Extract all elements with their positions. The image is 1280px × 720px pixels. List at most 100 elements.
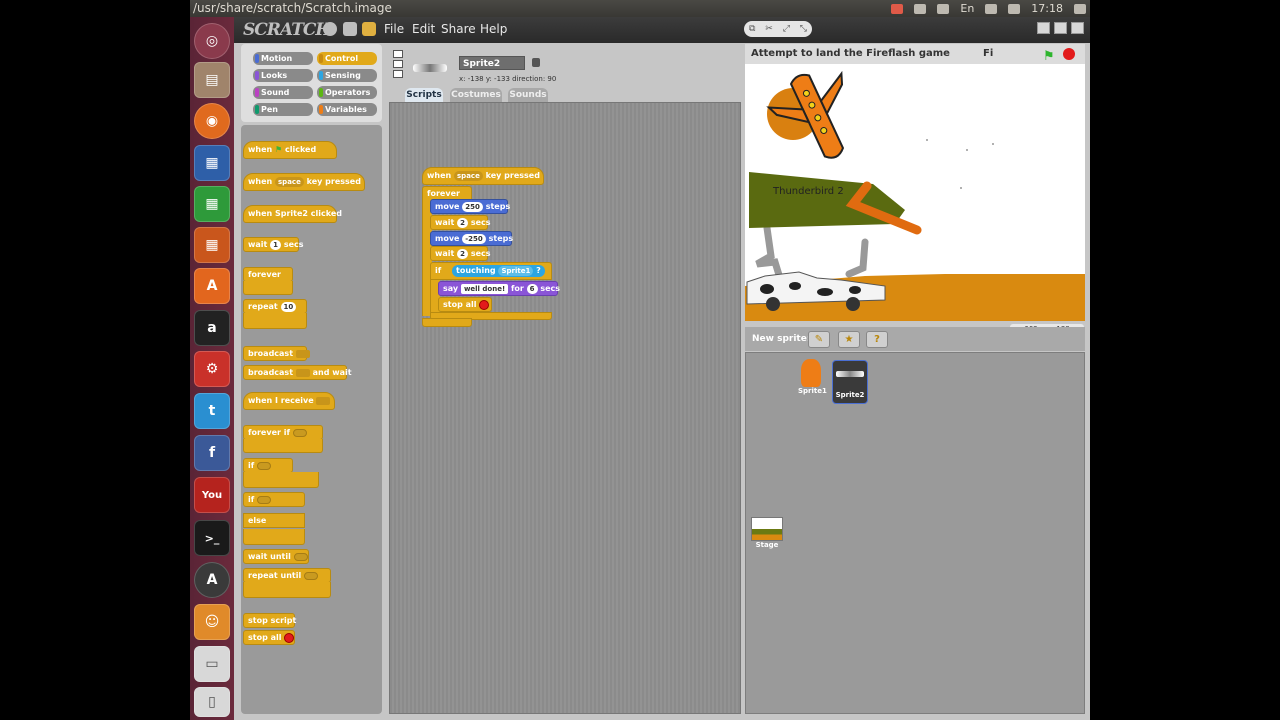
normal-stage-icon[interactable]	[1054, 22, 1067, 34]
twitter-icon[interactable]: t	[194, 393, 230, 429]
block-wait-until[interactable]: wait until	[243, 549, 309, 564]
network-icon[interactable]	[937, 3, 950, 14]
dash-icon[interactable]: ◎	[194, 23, 230, 59]
stop-icon[interactable]	[1063, 48, 1075, 60]
block-broadcast-and-wait[interactable]: broadcast and wait	[243, 365, 352, 380]
block-stop-all[interactable]: stop all	[243, 630, 295, 645]
block-forever[interactable]: forever	[243, 267, 293, 282]
category-operators[interactable]: Operators	[317, 86, 377, 99]
block-repeat-until[interactable]: repeat until	[243, 568, 331, 583]
system-tray: En 17:18	[891, 0, 1086, 17]
stage-item[interactable]: Stage	[750, 517, 784, 557]
keyboard-language[interactable]: En	[960, 0, 974, 17]
category-pen[interactable]: Pen	[253, 103, 313, 116]
duplicate-tool-icon[interactable]: ⧉	[749, 24, 755, 34]
system-settings-icon[interactable]: ⚙	[194, 351, 230, 387]
script-if[interactable]: if touching Sprite1 ?	[430, 262, 552, 280]
category-sensing[interactable]: Sensing	[317, 69, 377, 82]
stage-label: Stage	[755, 541, 779, 549]
script-stop-all[interactable]: stop all	[438, 297, 492, 312]
block-repeat[interactable]: repeat 10	[243, 299, 307, 314]
new-sprite-bar: New sprite:	[745, 327, 1085, 351]
sprite1-item[interactable]: Sprite1	[798, 359, 827, 399]
menu-file[interactable]: File	[384, 22, 404, 36]
stage-thumbnail	[751, 517, 783, 541]
tab-costumes[interactable]: Costumes	[450, 88, 502, 103]
category-looks[interactable]: Looks	[253, 69, 313, 82]
firefox-icon[interactable]: ◉	[194, 103, 230, 139]
script-move-250[interactable]: move 250 steps	[430, 199, 510, 214]
small-stage-icon[interactable]	[1037, 22, 1050, 34]
impress-icon[interactable]: ▦	[194, 227, 230, 263]
save-disk-icon[interactable]	[343, 22, 357, 36]
category-motion[interactable]: Motion	[253, 52, 313, 65]
sprite2-label: Sprite2	[835, 391, 865, 399]
settings-gear-icon[interactable]	[1074, 3, 1086, 14]
block-when-sprite-clicked[interactable]: when Sprite2 clicked	[243, 205, 342, 223]
software-center-icon[interactable]: A	[194, 268, 230, 304]
green-flag-icon: ⚑	[275, 145, 283, 154]
shrink-tool-icon[interactable]: ⤡	[800, 24, 807, 34]
printer-icon[interactable]	[914, 3, 927, 14]
drive-icon[interactable]: ▭	[194, 646, 230, 682]
tab-sounds[interactable]: Sounds	[508, 88, 548, 103]
lock-icon[interactable]	[532, 58, 540, 67]
language-globe-icon[interactable]	[323, 22, 337, 36]
grow-tool-icon[interactable]: ⤢	[783, 24, 790, 34]
category-control[interactable]: Control	[317, 52, 377, 65]
youtube-icon[interactable]: You	[194, 477, 230, 513]
stage-canvas[interactable]: Thunderbird 2	[745, 64, 1085, 321]
flip-icon[interactable]	[393, 60, 403, 68]
menu-edit[interactable]: Edit	[412, 22, 435, 36]
block-if-else[interactable]: if	[243, 492, 305, 507]
rotate-icon[interactable]	[393, 50, 403, 58]
surprise-sprite-button[interactable]: ?	[866, 331, 888, 348]
category-sound[interactable]: Sound	[253, 86, 313, 99]
script-when-key-pressed[interactable]: when space key pressed	[422, 167, 544, 185]
paint-new-sprite-button[interactable]: ✎	[808, 331, 830, 348]
calc-icon[interactable]: ▦	[194, 186, 230, 222]
new-sprite-label: New sprite:	[752, 334, 811, 344]
update-manager-icon[interactable]: A	[194, 562, 230, 598]
facebook-icon[interactable]: f	[194, 435, 230, 471]
scripts-area[interactable]: when space key pressed forever move 250 …	[389, 102, 741, 714]
sprite-name-field[interactable]: Sprite2	[459, 56, 525, 70]
terminal-icon[interactable]: >_	[194, 520, 230, 556]
script-wait-2-second[interactable]: wait 2 secs	[430, 246, 491, 261]
block-if[interactable]: if	[243, 458, 293, 473]
menu-help[interactable]: Help	[480, 22, 507, 36]
files-icon[interactable]: ▤	[194, 62, 230, 98]
volume-icon[interactable]	[1008, 3, 1021, 14]
trash-icon[interactable]: ▯	[194, 687, 230, 717]
block-stop-script[interactable]: stop script	[243, 613, 296, 628]
mail-icon[interactable]	[985, 3, 998, 14]
if-c-shape	[243, 472, 319, 488]
writer-icon[interactable]: ▦	[194, 145, 230, 181]
sprite2-item[interactable]: Sprite2	[832, 360, 868, 404]
share-icon[interactable]	[362, 22, 376, 36]
sprite2-thumbnail	[836, 371, 864, 377]
block-when-i-receive[interactable]: when I receive	[243, 392, 335, 410]
clock[interactable]: 17:18	[1031, 0, 1063, 17]
menu-share[interactable]: Share	[441, 22, 476, 36]
touching-sensor[interactable]: touching Sprite1 ?	[452, 265, 545, 277]
choose-sprite-file-button[interactable]: ★	[838, 331, 860, 348]
script-wait-2-first[interactable]: wait 2 secs	[430, 215, 491, 230]
block-forever-if[interactable]: forever if	[243, 425, 323, 440]
block-when-flag-clicked[interactable]: when ⚑ clicked	[243, 141, 337, 159]
tab-scripts[interactable]: Scripts	[405, 88, 443, 103]
block-when-key-pressed[interactable]: when space key pressed	[243, 173, 365, 191]
amazon-icon[interactable]: a	[194, 310, 230, 346]
record-icon[interactable]	[891, 3, 904, 14]
presentation-mode-icon[interactable]	[1071, 22, 1084, 34]
scratch-cat-icon[interactable]: ☺	[194, 604, 230, 640]
category-selector: Motion Control Looks Sensing Sound Opera…	[241, 44, 382, 122]
block-wait[interactable]: wait 1 secs	[243, 237, 304, 252]
category-variables[interactable]: Variables	[317, 103, 377, 116]
block-else[interactable]: else	[243, 513, 305, 528]
delete-tool-icon[interactable]: ✂	[765, 24, 773, 34]
no-rotate-icon[interactable]	[393, 70, 403, 78]
script-say[interactable]: say well done! for 6 secs	[438, 281, 560, 296]
block-broadcast[interactable]: broadcast	[243, 346, 310, 361]
script-move-neg250[interactable]: move -250 steps	[430, 231, 513, 246]
